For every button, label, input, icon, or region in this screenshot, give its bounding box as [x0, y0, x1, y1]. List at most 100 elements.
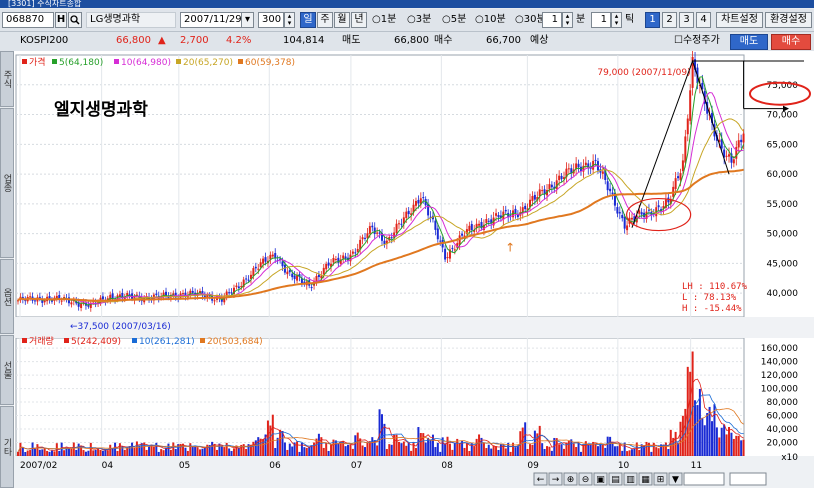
- volume-bar: [303, 447, 306, 456]
- period-month[interactable]: 월: [334, 12, 350, 28]
- sell-button[interactable]: 매도: [730, 34, 768, 50]
- volume-bar: [361, 445, 364, 456]
- candle-body: [444, 248, 447, 260]
- volume-bar: [291, 446, 294, 456]
- layout-1-button[interactable]: 1: [645, 12, 660, 28]
- side-tab-option[interactable]: 옵션: [0, 259, 14, 334]
- buy-button[interactable]: 매수: [771, 34, 811, 50]
- side-tab-etc[interactable]: 기타: [0, 406, 14, 488]
- count-spin-icon[interactable]: ▴ ▾: [284, 12, 295, 28]
- minute-unit-input[interactable]: 1: [542, 12, 562, 28]
- volume-bar: [541, 443, 544, 456]
- radio-3min[interactable]: ○3분: [407, 12, 431, 28]
- volume-bar: [429, 440, 432, 456]
- vol-tick-label: 120,000: [761, 371, 798, 381]
- count-input[interactable]: 300: [258, 12, 284, 28]
- range-stats: L : 78.13%: [682, 293, 737, 303]
- volume-bar: [97, 448, 100, 456]
- volume-bar: [596, 446, 599, 456]
- radio-1min[interactable]: ○1분: [372, 12, 396, 28]
- volume-bar: [638, 449, 641, 456]
- minute-spin-icon[interactable]: ▴ ▾: [562, 12, 573, 28]
- y-tick-label: 65,000: [767, 140, 799, 150]
- volume-bar: [514, 447, 517, 456]
- candle-body: [616, 207, 619, 214]
- candle-body: [567, 168, 570, 170]
- volume-bar: [106, 450, 109, 456]
- date-input[interactable]: 2007/11/29: [180, 12, 242, 28]
- volume-bar: [84, 451, 87, 456]
- volume-bar: [82, 450, 85, 456]
- volume-bar: [509, 451, 512, 456]
- volume-bar: [524, 422, 527, 456]
- volume-bar: [118, 443, 121, 456]
- side-tab-futures[interactable]: 선물: [0, 335, 14, 405]
- volume-bar: [194, 446, 197, 456]
- candle-body: [621, 214, 624, 219]
- candle-body: [213, 300, 216, 302]
- volume-bar: [211, 441, 214, 456]
- candle-body: [737, 140, 740, 148]
- search-icon[interactable]: [68, 12, 82, 28]
- candle-body: [288, 270, 291, 273]
- tick-unit-input[interactable]: 1: [591, 12, 611, 28]
- x-tick-label: 09: [527, 461, 539, 471]
- stock-code-input[interactable]: 068870: [2, 12, 54, 28]
- layout-4-button[interactable]: 4: [696, 12, 711, 28]
- volume-legend-item: 거래량: [29, 335, 54, 347]
- candle-body: [618, 212, 621, 214]
- period-year[interactable]: 년: [351, 12, 367, 28]
- chart-window: [3301] 주식차트종합 068870 H LG생명과학 2007/11/29…: [0, 0, 814, 488]
- volume-bar: [48, 451, 51, 456]
- volume-bar: [29, 450, 32, 456]
- candle-body: [657, 205, 660, 208]
- volume-bar: [487, 444, 490, 456]
- volume-bar: [271, 414, 274, 456]
- side-tab-sector[interactable]: 업종: [0, 108, 14, 258]
- volume-bar: [279, 429, 282, 456]
- tick-spin-icon[interactable]: ▴ ▾: [611, 12, 622, 28]
- volume-bar: [89, 442, 92, 456]
- side-tab-stock[interactable]: 주식: [0, 51, 14, 107]
- chart-settings-button[interactable]: 차트설정: [716, 12, 763, 28]
- volume-bar: [473, 446, 476, 456]
- stock-chart[interactable]: 75,00070,00065,00060,00055,00050,00045,0…: [14, 51, 814, 488]
- period-day[interactable]: 일: [300, 12, 316, 28]
- range-stats: LH : 110.67%: [682, 282, 748, 292]
- date-dropdown-icon[interactable]: ▾: [241, 12, 254, 28]
- candle-body: [558, 175, 561, 181]
- layout-3-button[interactable]: 3: [679, 12, 694, 28]
- volume-bar: [434, 447, 437, 456]
- bid-price: 66,700: [486, 35, 521, 46]
- period-week[interactable]: 주: [317, 12, 333, 28]
- radio-10min[interactable]: ○10분: [475, 12, 506, 28]
- volume-bar: [305, 447, 308, 456]
- env-settings-button[interactable]: 환경설정: [765, 12, 812, 28]
- volume-bar: [490, 448, 493, 456]
- volume-bar: [478, 434, 481, 456]
- volume-bar: [191, 446, 194, 456]
- candle-body: [325, 263, 328, 270]
- volume-bar: [482, 442, 485, 456]
- volume-bar: [621, 450, 624, 456]
- volume-bar: [72, 442, 75, 456]
- code-history-button[interactable]: H: [55, 12, 67, 28]
- adjusted-price-checkbox[interactable]: ☐수정주가: [674, 33, 720, 49]
- candle-body: [165, 291, 168, 296]
- volume-bar: [347, 444, 350, 456]
- candle-body: [478, 223, 481, 226]
- volume-bar: [376, 445, 379, 456]
- radio-5min[interactable]: ○5분: [442, 12, 466, 28]
- volume-bar: [463, 447, 466, 456]
- volume-bar: [167, 443, 170, 456]
- candle-body: [487, 220, 490, 222]
- volume-bar: [604, 447, 607, 456]
- volume-bar: [575, 447, 578, 456]
- legend-swatch: [200, 338, 205, 343]
- candle-body: [101, 296, 104, 300]
- volume-bar: [611, 443, 614, 456]
- volume-bar: [50, 450, 53, 456]
- volume-bar: [414, 448, 417, 456]
- candle-body: [33, 300, 36, 302]
- layout-2-button[interactable]: 2: [662, 12, 677, 28]
